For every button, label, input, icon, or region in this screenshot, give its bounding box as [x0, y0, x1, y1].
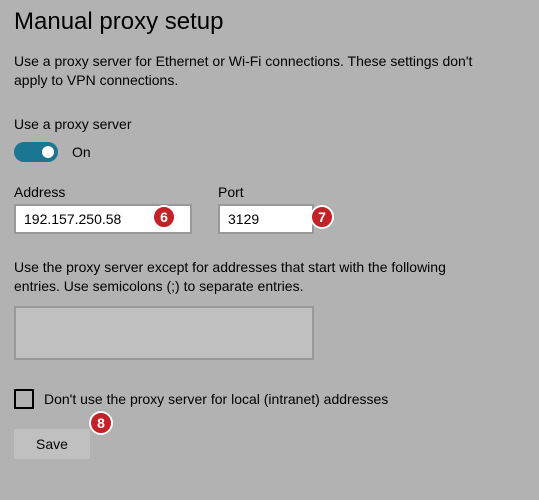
save-button[interactable]: Save: [14, 429, 90, 459]
use-proxy-label: Use a proxy server: [14, 116, 525, 132]
exceptions-input[interactable]: [14, 306, 314, 360]
bypass-local-label: Don't use the proxy server for local (in…: [44, 391, 388, 407]
use-proxy-toggle[interactable]: [14, 142, 58, 162]
toggle-state-label: On: [72, 144, 91, 160]
address-input[interactable]: [14, 204, 192, 234]
port-input[interactable]: [218, 204, 314, 234]
annotation-marker-8: 8: [89, 411, 113, 435]
page-description: Use a proxy server for Ethernet or Wi-Fi…: [14, 52, 494, 90]
page-title: Manual proxy setup: [14, 8, 525, 36]
port-label: Port: [218, 184, 314, 200]
exceptions-label: Use the proxy server except for addresse…: [14, 258, 474, 296]
bypass-local-checkbox[interactable]: [14, 389, 34, 409]
address-label: Address: [14, 184, 192, 200]
